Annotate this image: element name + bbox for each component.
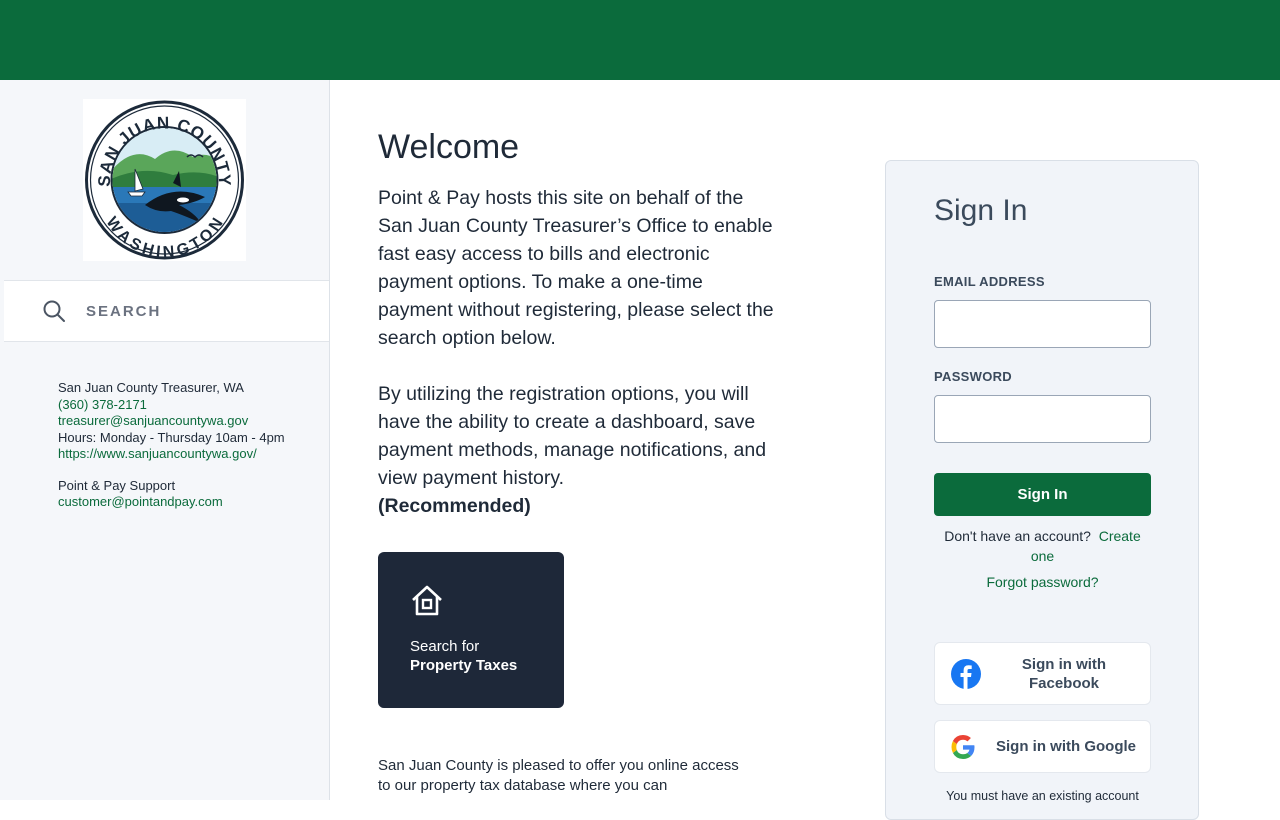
facebook-sign-in-label: Sign in with Facebook — [1021, 656, 1107, 692]
county-logo[interactable]: SAN JUAN COUNTY WASHINGTON — [83, 99, 246, 261]
tile-line1: Search for — [410, 638, 480, 655]
support-title: Point & Pay Support — [58, 477, 176, 493]
support-email-link[interactable]: customer@pointandpay.com — [58, 494, 285, 511]
recommended-label: (Recommended) — [378, 495, 531, 517]
no-account-text: Don't have an account? — [944, 528, 1091, 544]
forgot-password-link[interactable]: Forgot password? — [934, 574, 1151, 590]
registration-text: By utilizing the registration options, y… — [378, 383, 767, 489]
sign-in-card: Sign In EMAIL ADDRESS PASSWORD Sign In D… — [885, 160, 1199, 820]
email-label: EMAIL ADDRESS — [934, 274, 1045, 289]
facebook-icon — [951, 659, 981, 690]
office-name: San Juan County Treasurer, WA — [58, 380, 244, 395]
intro-paragraph: Point & Pay hosts this site on behalf of… — [378, 187, 774, 349]
google-icon — [951, 735, 975, 759]
search-icon[interactable] — [42, 299, 66, 323]
office-hours: Hours: Monday - Thursday 10am - 4pm — [58, 429, 285, 445]
office-website-link[interactable]: https://www.sanjuancountywa.gov/ — [58, 446, 285, 463]
password-label: PASSWORD — [934, 369, 1012, 384]
no-account-row: Don't have an account? Create one — [934, 526, 1151, 566]
office-email-link[interactable]: treasurer@sanjuancountywa.gov — [58, 413, 285, 430]
top-header-bar — [0, 0, 1280, 80]
password-field[interactable] — [934, 395, 1151, 443]
search-input[interactable] — [84, 295, 308, 327]
facebook-sign-in-button[interactable]: Sign in with Facebook — [934, 642, 1151, 705]
office-phone-link[interactable]: (360) 378-2171 — [58, 397, 285, 414]
registration-paragraph: By utilizing the registration options, y… — [378, 380, 778, 520]
page-title: Welcome — [378, 128, 520, 166]
contact-spacer — [58, 463, 285, 478]
search-property-taxes-tile[interactable]: Search for Property Taxes — [378, 552, 564, 708]
sidebar: SAN JUAN COUNTY WASHINGTON San Juan Coun… — [0, 80, 330, 800]
house-icon — [412, 585, 442, 616]
tile-line2: Property Taxes — [410, 657, 518, 674]
county-intro-text: San Juan County is pleased to offer you … — [378, 757, 739, 794]
contact-info: San Juan County Treasurer, WA (360) 378-… — [58, 380, 285, 511]
existing-account-note: You must have an existing account — [946, 789, 1139, 803]
google-sign-in-button[interactable]: Sign in with Google — [934, 720, 1151, 773]
email-field[interactable] — [934, 300, 1151, 348]
google-sign-in-label: Sign in with Google — [996, 738, 1136, 755]
sign-in-title: Sign In — [934, 194, 1028, 227]
sign-in-button[interactable]: Sign In — [934, 473, 1151, 516]
sidebar-search — [4, 280, 329, 342]
